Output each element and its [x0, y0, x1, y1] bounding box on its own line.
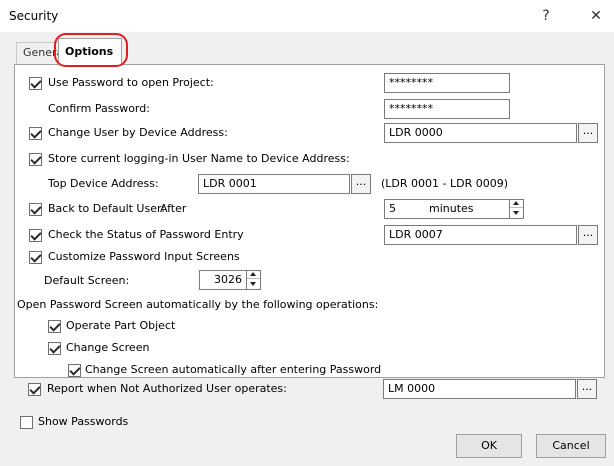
top-device-address-label: Top Device Address: — [48, 177, 159, 190]
back-to-default-after-label: After — [160, 202, 187, 215]
change-user-label: Change User by Device Address: — [48, 126, 228, 139]
back-to-default-label: Back to Default User: — [48, 202, 166, 215]
minutes-unit: minutes — [429, 202, 474, 215]
operate-part-checkbox[interactable] — [48, 320, 61, 333]
change-screen-label: Change Screen — [66, 341, 150, 354]
open-auto-label: Open Password Screen automatically by th… — [17, 298, 379, 311]
back-to-default-minutes-field[interactable]: 5 minutes — [384, 199, 524, 219]
change-screen-auto-checkbox[interactable] — [68, 364, 81, 377]
window-title: Security — [9, 9, 59, 23]
spin-down-icon[interactable] — [247, 280, 260, 289]
report-unauthorized-browse-button[interactable]: ... — [577, 379, 597, 399]
top-device-address-range: (LDR 0001 - LDR 0009) — [381, 177, 509, 190]
title-bar: Security ? ✕ — [0, 0, 614, 32]
spin-down-icon[interactable] — [510, 209, 523, 218]
customize-screens-checkbox[interactable] — [29, 251, 42, 264]
minutes-value: 5 — [389, 202, 396, 215]
minutes-spinner[interactable] — [509, 199, 523, 219]
store-user-name-label: Store current logging-in User Name to De… — [48, 152, 350, 165]
default-screen-spinner[interactable] — [246, 270, 260, 290]
tab-general[interactable]: General — [16, 42, 66, 64]
change-screen-checkbox[interactable] — [48, 342, 61, 355]
change-user-checkbox[interactable] — [29, 127, 42, 140]
change-user-address-field[interactable]: LDR 0000 — [384, 123, 577, 143]
change-user-browse-button[interactable]: ... — [578, 123, 598, 143]
store-user-name-checkbox[interactable] — [29, 153, 42, 166]
help-button[interactable]: ? — [532, 5, 560, 27]
default-screen-field[interactable]: 3026 — [199, 270, 261, 290]
password-field[interactable]: ******** — [384, 73, 510, 93]
operate-part-label: Operate Part Object — [66, 319, 176, 332]
check-status-browse-button[interactable]: ... — [578, 225, 598, 245]
tab-options[interactable]: Options — [58, 38, 122, 65]
check-status-address-field[interactable]: LDR 0007 — [384, 225, 577, 245]
close-button[interactable]: ✕ — [582, 5, 610, 27]
check-status-label: Check the Status of Password Entry — [48, 228, 244, 241]
top-device-address-field[interactable]: LDR 0001 — [198, 174, 350, 194]
report-unauthorized-label: Report when Not Authorized User operates… — [47, 382, 287, 395]
spin-up-icon[interactable] — [510, 199, 523, 208]
default-screen-value: 3026 — [214, 273, 242, 286]
ok-button[interactable]: OK — [456, 434, 522, 458]
spin-up-icon[interactable] — [247, 270, 260, 279]
show-passwords-label: Show Passwords — [38, 415, 129, 428]
report-unauthorized-checkbox[interactable] — [28, 383, 41, 396]
back-to-default-checkbox[interactable] — [29, 203, 42, 216]
change-screen-auto-label: Change Screen automatically after enteri… — [85, 363, 382, 376]
use-password-checkbox[interactable] — [29, 77, 42, 90]
report-unauthorized-address-field[interactable]: LM 0000 — [383, 379, 576, 399]
top-device-address-browse-button[interactable]: ... — [351, 174, 371, 194]
check-status-checkbox[interactable] — [29, 229, 42, 242]
options-panel: Use Password to open Project: ******** C… — [14, 64, 605, 378]
cancel-button[interactable]: Cancel — [536, 434, 606, 458]
default-screen-label: Default Screen: — [44, 274, 130, 287]
confirm-password-label: Confirm Password: — [48, 102, 150, 115]
customize-screens-label: Customize Password Input Screens — [48, 250, 240, 263]
confirm-password-field[interactable]: ******** — [384, 99, 510, 119]
use-password-label: Use Password to open Project: — [48, 76, 214, 89]
show-passwords-checkbox[interactable] — [20, 416, 33, 429]
